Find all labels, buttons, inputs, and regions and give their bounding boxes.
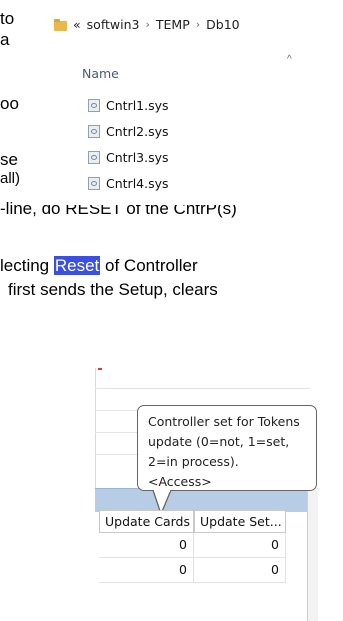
table-cell[interactable]: 0 [99, 533, 194, 558]
highlighted-reset: Reset [53, 256, 101, 275]
file-item[interactable]: Cntrl3.sys [88, 150, 169, 165]
vertical-scrollbar[interactable] [307, 488, 318, 621]
doc-text: of Controller [100, 256, 198, 275]
column-header-update-set[interactable]: Update Set... [194, 510, 286, 533]
column-tooltip: Controller set for Tokens update (0=not,… [137, 405, 317, 491]
file-name: Cntrl1.sys [106, 98, 169, 113]
system-file-icon [88, 99, 100, 112]
chevron-right-icon: › [145, 17, 150, 31]
column-header-update-cards[interactable]: Update Cards [99, 510, 194, 533]
breadcrumb-overflow[interactable]: « [73, 17, 81, 32]
system-file-icon [88, 151, 100, 164]
address-bar[interactable]: « softwin3 › TEMP › Db10 [54, 12, 240, 36]
doc-text-line: all) [0, 170, 21, 187]
file-item[interactable]: Cntrl2.sys [88, 124, 169, 139]
table-cell[interactable]: 0 [99, 558, 194, 583]
file-name: Cntrl2.sys [106, 124, 169, 139]
doc-text-line: se [0, 150, 18, 169]
grid-line [95, 388, 310, 389]
doc-text-line: lecting Reset of Controller [0, 256, 198, 276]
system-file-icon [88, 125, 100, 138]
doc-text-line: first sends the Setup, clears [8, 280, 218, 299]
breadcrumb-item[interactable]: TEMP [156, 17, 190, 32]
doc-text-line: to [0, 9, 15, 28]
doc-text-line: a [0, 30, 10, 49]
breadcrumb-item[interactable]: Db10 [206, 17, 239, 32]
folder-icon [54, 18, 67, 31]
file-name: Cntrl3.sys [106, 150, 169, 165]
name-column-header[interactable]: Name [82, 66, 119, 81]
table-cell[interactable]: 0 [194, 558, 286, 583]
doc-text-line: oo [0, 94, 19, 113]
file-explorer-panel: « softwin3 › TEMP › Db10 ^ Name Cntrl1.s… [42, 0, 343, 205]
sort-ascending-icon[interactable]: ^ [287, 54, 292, 65]
doc-text: lecting [0, 256, 54, 275]
breadcrumb-item[interactable]: softwin3 [87, 17, 140, 32]
file-item[interactable]: Cntrl1.sys [88, 98, 169, 113]
table-cell[interactable]: 0 [194, 533, 286, 558]
file-name: Cntrl4.sys [106, 176, 169, 191]
system-file-icon [88, 177, 100, 190]
chevron-right-icon: › [195, 17, 201, 31]
file-item[interactable]: Cntrl4.sys [88, 176, 169, 191]
